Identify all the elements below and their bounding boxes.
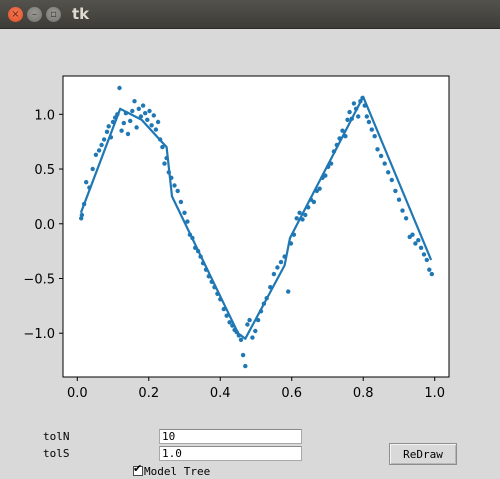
- scatter-point: [416, 238, 421, 243]
- scatter-point: [121, 120, 127, 126]
- y-tick-label: 0.0: [34, 218, 55, 233]
- scatter-point: [125, 131, 131, 137]
- scatter-point: [275, 265, 280, 270]
- scatter-point: [151, 113, 156, 118]
- window-title: tk: [72, 5, 90, 23]
- scatter-point: [250, 335, 255, 340]
- window-titlebar[interactable]: × – ▫ tk: [0, 0, 500, 29]
- scatter-point: [278, 259, 284, 265]
- scatter-point: [372, 134, 377, 139]
- scatter-point: [369, 127, 374, 132]
- scatter-point: [427, 267, 432, 272]
- scatter-point: [400, 208, 405, 213]
- scatter-point: [140, 103, 146, 108]
- scatter-point: [134, 125, 139, 130]
- y-tick-label: 0.5: [34, 163, 55, 178]
- scatter-point: [286, 289, 291, 294]
- minimize-icon[interactable]: –: [27, 7, 42, 22]
- scatter-point: [247, 317, 252, 323]
- scatter-point: [243, 363, 248, 369]
- scatter-point: [145, 117, 150, 123]
- scatter-point: [178, 199, 184, 205]
- x-tick-label: 0.2: [138, 386, 159, 401]
- scatter-point: [172, 183, 177, 188]
- scatter-point: [132, 99, 137, 104]
- redraw-button[interactable]: ReDraw: [389, 443, 457, 465]
- scatter-point: [271, 271, 277, 277]
- scatter-point: [311, 199, 317, 205]
- scatter-point: [403, 216, 409, 221]
- x-tick-label: 0.4: [210, 386, 231, 401]
- scatter-point: [153, 127, 159, 132]
- x-tick-label: 0.6: [281, 386, 302, 401]
- plot-canvas: 0.0 0.2 0.4 0.6 0.8 1.0 −1.0 −0.5 0.0 0.5 1.0: [23, 75, 450, 401]
- tols-input[interactable]: [159, 446, 302, 461]
- scatter-point: [155, 119, 161, 125]
- scatter-point: [128, 118, 133, 124]
- x-tick-label: 0.8: [353, 386, 374, 401]
- scatter-point: [378, 153, 384, 159]
- scatter-point: [375, 147, 380, 152]
- scatter-point: [130, 108, 135, 114]
- scatter-point: [175, 188, 180, 194]
- scatter-point: [162, 161, 167, 166]
- scatter-point: [386, 170, 391, 175]
- scatter-point: [410, 232, 415, 237]
- scatter-point: [84, 180, 89, 185]
- scatter-point: [147, 108, 152, 114]
- scatter-point: [119, 128, 124, 133]
- scatter-point: [79, 212, 85, 218]
- scatter-point: [90, 166, 95, 172]
- scatter-point: [317, 186, 322, 191]
- model-tree-checkbox[interactable]: ✔: [133, 462, 143, 476]
- scatter-point: [245, 322, 250, 327]
- scatter-point: [347, 109, 352, 115]
- scatter-point: [424, 257, 429, 263]
- scatter-point: [351, 101, 357, 106]
- checkmark-icon: ✔: [133, 462, 143, 475]
- scatter-point: [143, 111, 148, 116]
- model-tree-label: Model Tree: [144, 464, 211, 478]
- scatter-point: [149, 123, 154, 128]
- x-tick-label: 0.0: [67, 386, 88, 401]
- scatter-point: [382, 161, 387, 166]
- y-tick-label: −0.5: [23, 272, 55, 287]
- toln-input[interactable]: [159, 429, 302, 444]
- scatter-point: [101, 137, 107, 142]
- y-tick-label: −1.0: [23, 327, 55, 342]
- plot-figure: 0.0 0.2 0.4 0.6 0.8 1.0 −1.0 −0.5 0.0 0.5 1.0: [0, 29, 500, 420]
- scatter-point: [421, 252, 427, 257]
- scatter-point: [366, 119, 372, 125]
- scatter-point: [345, 117, 350, 123]
- y-tick-label: 1.0: [34, 108, 55, 123]
- scatter-point: [104, 129, 110, 134]
- scatter-point: [182, 210, 187, 215]
- x-tick-label: 1.0: [424, 386, 445, 401]
- model-tree-checkbox-row[interactable]: ✔ Model Tree: [133, 462, 211, 478]
- close-icon[interactable]: ×: [8, 7, 23, 22]
- scatter-point: [240, 352, 246, 358]
- scatter-point: [136, 106, 141, 112]
- toln-label: tolN: [43, 430, 70, 443]
- tols-label: tolS: [43, 447, 70, 460]
- scatter-point: [413, 241, 418, 246]
- scatter-point: [93, 152, 99, 157]
- scatter-point: [418, 245, 424, 250]
- scatter-point: [96, 148, 102, 153]
- scatter-point: [393, 188, 398, 194]
- scatter-point: [106, 124, 111, 129]
- maximize-icon[interactable]: ▫: [46, 7, 61, 22]
- scatter-point: [356, 114, 361, 119]
- scatter-point: [429, 271, 434, 277]
- scatter-point: [238, 337, 244, 342]
- scatter-point: [99, 142, 104, 148]
- scatter-point: [396, 197, 402, 202]
- scatter-point: [389, 177, 394, 183]
- scatter-point: [117, 85, 122, 91]
- scatter-point: [253, 328, 258, 334]
- scatter-point: [364, 114, 369, 119]
